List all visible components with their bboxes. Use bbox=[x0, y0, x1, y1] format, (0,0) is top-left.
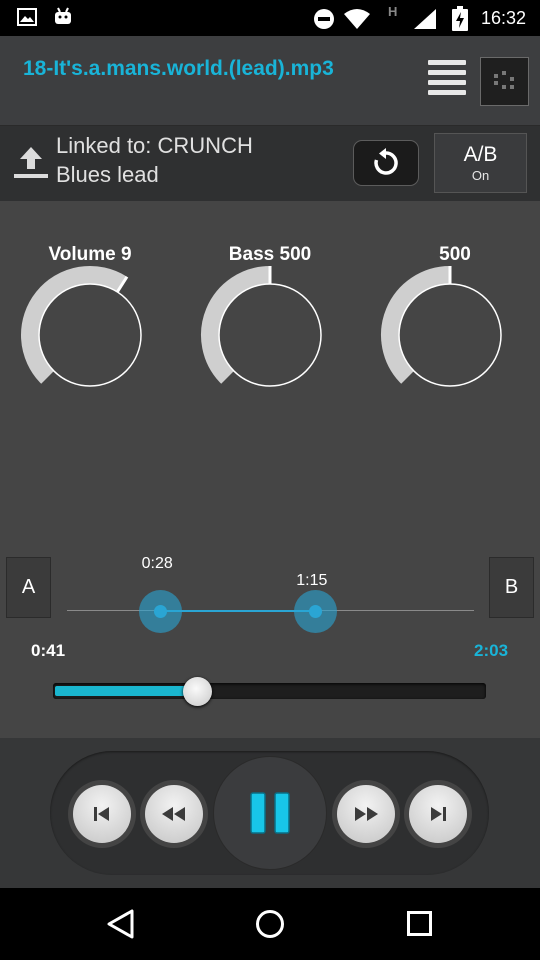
skip-previous-icon bbox=[94, 807, 109, 821]
fast-forward-button[interactable] bbox=[332, 780, 400, 848]
recents-icon[interactable] bbox=[406, 910, 434, 938]
track-duration: 2:03 bbox=[474, 641, 509, 660]
status-time: 16:32 bbox=[480, 8, 526, 28]
hspa-indicator: H bbox=[388, 4, 398, 19]
ab-toggle-state: On bbox=[471, 168, 490, 183]
upload-icon[interactable] bbox=[12, 145, 50, 181]
seek-thumb[interactable] bbox=[182, 677, 212, 706]
reset-button[interactable] bbox=[353, 140, 419, 186]
set-b-point-button[interactable]: B bbox=[489, 557, 534, 618]
next-track-button[interactable] bbox=[404, 780, 472, 848]
loop-start-handle[interactable] bbox=[139, 590, 183, 633]
volume-knob[interactable] bbox=[20, 265, 162, 395]
cell-signal-icon bbox=[414, 9, 436, 29]
seek-bar-progress bbox=[55, 686, 197, 696]
third-knob-label: 500 bbox=[439, 244, 471, 265]
third-knob[interactable] bbox=[380, 265, 522, 395]
back-icon[interactable] bbox=[106, 908, 136, 940]
android-debug-icon bbox=[55, 7, 71, 24]
visualizer-button[interactable] bbox=[480, 57, 529, 106]
bass-knob-label: Bass 500 bbox=[228, 244, 312, 265]
visualizer-icon bbox=[494, 71, 514, 89]
volume-knob-label: Volume 9 bbox=[48, 244, 132, 265]
reset-icon bbox=[374, 148, 398, 175]
loop-start-time: 0:28 bbox=[141, 555, 173, 572]
loop-end-handle[interactable] bbox=[293, 590, 337, 633]
ab-loop-range bbox=[160, 610, 316, 612]
menu-button[interactable] bbox=[428, 60, 468, 104]
ab-toggle-label: A/B bbox=[463, 143, 498, 166]
do-not-disturb-icon bbox=[314, 9, 334, 29]
title-bar: 18-It's.a.mans.world.(lead).mp3 bbox=[0, 36, 540, 126]
bass-knob[interactable] bbox=[200, 265, 342, 395]
track-title: 18-It's.a.mans.world.(lead).mp3 bbox=[23, 57, 334, 80]
pause-icon bbox=[250, 792, 290, 834]
current-position: 0:41 bbox=[31, 641, 66, 660]
play-pause-button[interactable] bbox=[213, 756, 327, 870]
navigation-bar bbox=[0, 888, 540, 960]
wifi-icon bbox=[344, 9, 370, 29]
loop-end-time: 1:15 bbox=[296, 572, 328, 589]
linked-to-label: Linked to: CRUNCH bbox=[56, 133, 253, 158]
fast-forward-icon bbox=[355, 807, 378, 821]
rewind-icon bbox=[162, 807, 185, 821]
home-icon[interactable] bbox=[254, 908, 286, 940]
previous-track-button[interactable] bbox=[68, 780, 136, 848]
preset-name: Blues lead bbox=[56, 162, 159, 187]
link-info: Linked to: CRUNCH Blues lead bbox=[56, 131, 253, 189]
image-notification-icon bbox=[17, 8, 37, 26]
battery-charging-icon bbox=[452, 6, 468, 31]
status-bar: H 16:32 bbox=[0, 0, 540, 36]
rewind-button[interactable] bbox=[140, 780, 208, 848]
skip-next-icon bbox=[431, 807, 446, 821]
set-a-point-button[interactable]: A bbox=[6, 557, 51, 618]
menu-icon bbox=[428, 60, 468, 95]
ab-toggle-button[interactable]: A/B On bbox=[434, 133, 527, 193]
